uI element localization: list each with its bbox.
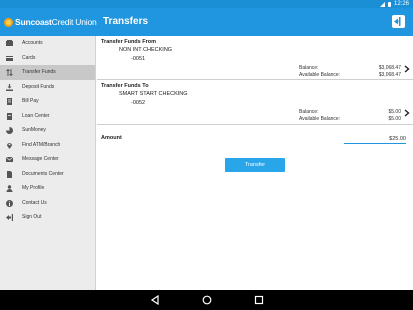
to-account-name: SMART START CHECKING <box>119 91 188 97</box>
document-icon <box>7 170 12 178</box>
main-content: Transfer Funds From NON INT CHECKING -00… <box>97 36 413 290</box>
transfer-icon <box>6 69 13 76</box>
person-icon <box>6 185 13 192</box>
deposit-icon <box>6 83 13 91</box>
sign-out-icon <box>6 214 13 221</box>
chevron-right-icon[interactable] <box>404 109 410 117</box>
transfer-to-section[interactable]: Transfer Funds To SMART START CHECKING -… <box>97 80 413 122</box>
sidebar-item-label: Bill Pay <box>22 98 39 104</box>
sidebar-item-label: SunMoney <box>22 127 46 133</box>
to-balance-value: $5.00 <box>388 109 401 115</box>
suncoast-logo: SuncoastCredit Union <box>4 16 97 28</box>
sidebar-item-label: Loan Center <box>22 112 50 119</box>
from-available-value: $3,068.47 <box>378 72 401 78</box>
sidebar-item-label: Cards <box>22 54 36 61</box>
from-balance-value: $3,068.47 <box>378 65 401 71</box>
bill-pay-icon <box>7 98 12 105</box>
from-available-label: Available Balance: <box>299 72 341 78</box>
sidebar-item-sign-out[interactable]: Sign Out <box>0 210 95 225</box>
sidebar-item-deposit-funds[interactable]: Deposit Funds <box>0 80 95 95</box>
sidebar-item-sunmoney[interactable]: SunMoney <box>0 123 95 138</box>
status-bar: 12:26 <box>0 0 413 8</box>
sidebar-item-my-profile[interactable]: My Profile <box>0 181 95 196</box>
transfer-to-heading: Transfer Funds To <box>101 83 149 89</box>
status-icons: 12:26 <box>379 0 409 8</box>
accounts-icon <box>6 40 13 46</box>
sidebar-item-label: My Profile <box>22 185 45 191</box>
sidebar-item-label: Accounts <box>22 40 43 46</box>
status-time: 12:26 <box>393 1 409 7</box>
sidebar-item-transfer-funds[interactable]: Transfer Funds <box>0 65 95 80</box>
transfer-from-heading: Transfer Funds From <box>101 39 157 45</box>
recents-icon[interactable] <box>254 295 264 305</box>
chevron-right-icon[interactable] <box>404 65 410 73</box>
sidebar-item-label: Message Center <box>22 156 59 162</box>
sidebar-item-accounts[interactable]: Accounts <box>0 36 95 51</box>
to-available-label: Available Balance: <box>299 116 341 122</box>
logo-bold-text: Suncoast <box>15 17 52 27</box>
card-icon <box>6 55 13 61</box>
system-nav-bar <box>0 290 413 310</box>
logo-text: SuncoastCredit Union <box>15 17 97 27</box>
loan-icon <box>7 112 12 120</box>
page-title: Transfers <box>103 16 149 27</box>
sidebar-item-label: Find ATM/Branch <box>22 141 61 148</box>
to-balance-label: Balance: <box>299 109 319 115</box>
sun-logo-icon <box>4 17 13 27</box>
from-account-number: -0051 <box>131 56 146 62</box>
envelope-icon <box>6 156 13 162</box>
signal-icon <box>379 1 385 7</box>
sidebar: Accounts Cards Transfer Funds Deposit Fu… <box>0 36 96 290</box>
sidebar-item-cards[interactable]: Cards <box>0 51 95 66</box>
back-icon[interactable] <box>150 295 160 305</box>
divider <box>97 124 413 125</box>
home-icon[interactable] <box>202 295 212 305</box>
sidebar-item-contact-us[interactable]: Contact Us <box>0 196 95 211</box>
location-icon <box>7 142 12 149</box>
info-icon <box>6 199 13 207</box>
chart-icon <box>6 127 13 134</box>
sidebar-item-bill-pay[interactable]: Bill Pay <box>0 94 95 109</box>
logout-icon <box>394 17 401 26</box>
to-account-number: -0052 <box>131 100 146 106</box>
amount-input[interactable] <box>344 134 406 144</box>
transfer-button[interactable]: Transfer <box>225 158 285 172</box>
from-balance-label: Balance: <box>299 65 319 71</box>
to-available-value: $5.00 <box>388 116 401 122</box>
from-account-name: NON INT CHECKING <box>119 47 173 53</box>
transfer-from-section[interactable]: Transfer Funds From NON INT CHECKING -00… <box>97 36 413 78</box>
sidebar-item-label: Documents Center <box>22 170 64 177</box>
sidebar-item-label: Transfer Funds <box>22 69 56 75</box>
sidebar-item-message-center[interactable]: Message Center <box>0 152 95 167</box>
battery-icon <box>387 1 391 7</box>
logo-regular-text: Credit Union <box>51 17 97 27</box>
sidebar-item-documents-center[interactable]: Documents Center <box>0 167 95 182</box>
amount-label: Amount <box>101 135 122 141</box>
sidebar-item-find-atm[interactable]: Find ATM/Branch <box>0 138 95 153</box>
sidebar-item-label: Contact Us <box>22 199 47 206</box>
logout-button[interactable] <box>392 15 405 28</box>
sidebar-item-loan-center[interactable]: Loan Center <box>0 109 95 124</box>
app-bar: SuncoastCredit Union Transfers <box>0 8 413 36</box>
sidebar-item-label: Deposit Funds <box>22 83 55 90</box>
sidebar-item-label: Sign Out <box>22 214 42 220</box>
